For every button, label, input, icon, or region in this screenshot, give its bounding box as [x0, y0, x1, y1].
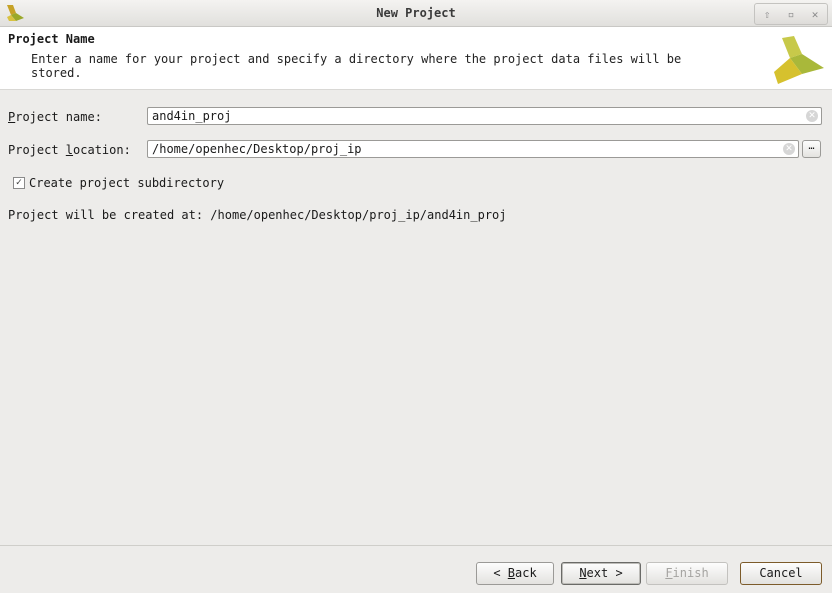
- browse-button[interactable]: …: [802, 140, 821, 158]
- project-path-summary: Project will be created at: /home/openhe…: [8, 208, 507, 222]
- vivado-logo-icon: [774, 36, 824, 84]
- restore-icon[interactable]: ▫: [788, 8, 795, 21]
- page-title: Project Name: [8, 32, 95, 46]
- title-bar: New Project ⇧ ▫ ✕: [0, 0, 832, 27]
- project-name-label: Project name:: [8, 110, 102, 124]
- page-description: Enter a name for your project and specif…: [31, 52, 682, 80]
- finish-button[interactable]: Finish: [646, 562, 728, 585]
- next-button[interactable]: Next >: [561, 562, 641, 585]
- wizard-header: Project Name Enter a name for your proje…: [0, 27, 832, 90]
- project-name-value: and4in_proj: [152, 109, 232, 123]
- clear-icon[interactable]: ✕: [806, 110, 818, 122]
- project-location-label: Project location:: [8, 143, 131, 157]
- window-controls: ⇧ ▫ ✕: [754, 3, 828, 25]
- maximize-up-icon[interactable]: ⇧: [764, 8, 771, 21]
- footer-divider: [0, 545, 832, 546]
- project-name-input[interactable]: and4in_proj ✕: [147, 107, 822, 125]
- back-button[interactable]: < Back: [476, 562, 554, 585]
- window-title: New Project: [376, 6, 456, 20]
- clear-icon[interactable]: ✕: [783, 143, 795, 155]
- checkbox-icon[interactable]: ✓: [13, 177, 25, 189]
- project-location-value: /home/openhec/Desktop/proj_ip: [152, 142, 362, 156]
- create-subdirectory-label: Create project subdirectory: [29, 176, 225, 190]
- project-location-input[interactable]: /home/openhec/Desktop/proj_ip ✕: [147, 140, 799, 158]
- close-icon[interactable]: ✕: [812, 8, 819, 21]
- create-subdirectory-checkbox[interactable]: ✓ Create project subdirectory: [13, 176, 224, 190]
- cancel-button[interactable]: Cancel: [740, 562, 822, 585]
